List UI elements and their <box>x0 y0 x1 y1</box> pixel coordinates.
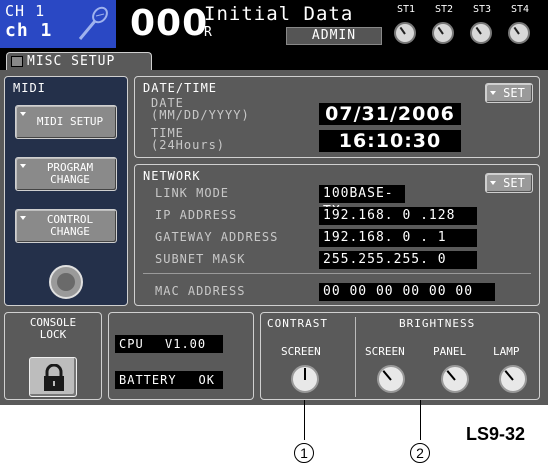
model-label: LS9-32 <box>466 424 526 444</box>
popup-triangle-icon <box>20 216 26 220</box>
st2-knob-icon[interactable] <box>432 22 454 44</box>
st2-label: ST2 <box>434 4 454 15</box>
brightness-title: BRIGHTNESS <box>399 317 476 330</box>
midi-setup-label: MIDI SETUP <box>36 115 104 128</box>
scene-number[interactable]: 000 <box>130 6 208 42</box>
stereo-level-area: ST1 ST2 ST3 ST4 <box>388 0 548 48</box>
knob-pointer-icon <box>504 370 514 381</box>
knob-pointer-icon <box>382 370 392 381</box>
popup-triangle-icon <box>490 91 496 95</box>
time-format-hint: (24Hours) <box>151 138 226 152</box>
contrast-title: CONTRAST <box>267 317 328 330</box>
mac-address-value: 00 00 00 00 00 00 <box>319 283 495 301</box>
link-mode-value: 100BASE-TX <box>319 185 405 219</box>
contrast-brightness-panel: CONTRAST SCREEN BRIGHTNESS SCREEN PANEL … <box>260 312 540 400</box>
midi-title: MIDI <box>13 81 46 95</box>
brightness-lamp-knob[interactable] <box>499 365 527 393</box>
brightness-lamp-label: LAMP <box>493 345 520 358</box>
tab-label: MISC SETUP <box>27 54 116 69</box>
console-lock-panel: CONSOLE LOCK <box>4 312 102 400</box>
brightness-panel-label: PANEL <box>433 345 467 358</box>
section-divider <box>355 317 356 397</box>
tab-strip: MISC SETUP <box>0 48 548 70</box>
date-time-panel: DATE/TIME DATE (MM/DD/YYYY) TIME (24Hour… <box>134 76 540 158</box>
gateway-address-label: GATEWAY ADDRESS <box>155 230 279 244</box>
tab-misc-setup[interactable]: MISC SETUP <box>6 52 152 70</box>
scene-title: Initial Data <box>204 3 354 25</box>
network-title: NETWORK <box>143 169 201 183</box>
network-panel: NETWORK SET LINK MODE 100BASE-TX IP ADDR… <box>134 164 540 306</box>
date-time-title: DATE/TIME <box>143 81 218 95</box>
console-lock-button[interactable] <box>29 357 77 397</box>
set-label: SET <box>503 176 525 190</box>
cpu-version-row: CPU V1.00 <box>115 335 223 353</box>
lcd-screen: CH 1 ch 1 000 Initial Data R ADMIN ST1 S… <box>0 0 548 405</box>
popup-triangle-icon <box>20 164 26 168</box>
program-change-button[interactable]: PROGRAM CHANGE <box>15 157 117 191</box>
control-change-button[interactable]: CONTROL CHANGE <box>15 209 117 243</box>
function-access-area: CH 1 ch 1 000 Initial Data R ADMIN ST1 S… <box>0 0 548 48</box>
ip-address-value: 192.168. 0 .128 <box>319 207 477 225</box>
st3-knob-icon[interactable] <box>470 22 492 44</box>
control-change-label: CONTROL CHANGE <box>46 213 94 238</box>
subnet-mask-label: SUBNET MASK <box>155 252 246 266</box>
knob-pointer-icon <box>304 368 306 380</box>
network-set-button[interactable]: SET <box>485 173 533 193</box>
brightness-screen-label: SCREEN <box>365 345 405 358</box>
program-change-label: PROGRAM CHANGE <box>46 161 94 186</box>
contrast-screen-label: SCREEN <box>281 345 321 358</box>
date-format-hint: (MM/DD/YYYY) <box>151 108 250 122</box>
network-divider <box>143 273 531 274</box>
brightness-panel-knob[interactable] <box>441 365 469 393</box>
popup-triangle-icon <box>490 181 496 185</box>
callout-2: 2 <box>410 443 430 463</box>
callout-2-line <box>420 400 421 440</box>
battery-value: OK <box>198 373 215 387</box>
subnet-mask-value: 255.255.255. 0 <box>319 251 477 269</box>
battery-row: BATTERY OK <box>115 371 223 389</box>
microphone-icon <box>78 6 108 40</box>
battery-label: BATTERY <box>119 373 177 387</box>
time-value: 16:10:30 <box>319 130 461 152</box>
date-time-set-button[interactable]: SET <box>485 83 533 103</box>
system-info-panel: CPU V1.00 BATTERY OK <box>108 312 254 400</box>
set-label: SET <box>503 86 525 100</box>
user-name[interactable]: ADMIN <box>286 27 382 45</box>
callout-1-line <box>304 400 305 440</box>
callout-1: 1 <box>294 443 314 463</box>
st1-knob-icon[interactable] <box>394 22 416 44</box>
mac-address-label: MAC ADDRESS <box>155 284 246 298</box>
st4-label: ST4 <box>510 4 530 15</box>
midi-port-icon <box>49 265 83 299</box>
midi-setup-button[interactable]: MIDI SETUP <box>15 105 117 139</box>
channel-number: CH 1 <box>5 2 46 20</box>
date-value: 07/31/2006 <box>319 103 461 125</box>
st3-label: ST3 <box>472 4 492 15</box>
ip-address-label: IP ADDRESS <box>155 208 238 222</box>
gateway-address-value: 192.168. 0 . 1 <box>319 229 477 247</box>
padlock-icon <box>44 364 64 391</box>
st1-label: ST1 <box>396 4 416 15</box>
popup-triangle-icon <box>20 112 26 116</box>
midi-panel: MIDI MIDI SETUP PROGRAM CHANGE CONTROL C… <box>4 76 128 306</box>
channel-name: ch 1 <box>5 20 53 41</box>
selected-channel-area[interactable]: CH 1 ch 1 <box>0 0 116 48</box>
cpu-label: CPU <box>119 337 144 351</box>
cpu-version-value: V1.00 <box>165 337 207 351</box>
brightness-screen-knob[interactable] <box>377 365 405 393</box>
window-icon <box>11 56 23 67</box>
scene-read-only-flag: R <box>204 25 212 40</box>
st4-knob-icon[interactable] <box>508 22 530 44</box>
knob-pointer-icon <box>446 370 456 381</box>
link-mode-label: LINK MODE <box>155 186 230 200</box>
contrast-screen-knob[interactable] <box>291 365 319 393</box>
console-lock-title: CONSOLE LOCK <box>29 316 77 341</box>
